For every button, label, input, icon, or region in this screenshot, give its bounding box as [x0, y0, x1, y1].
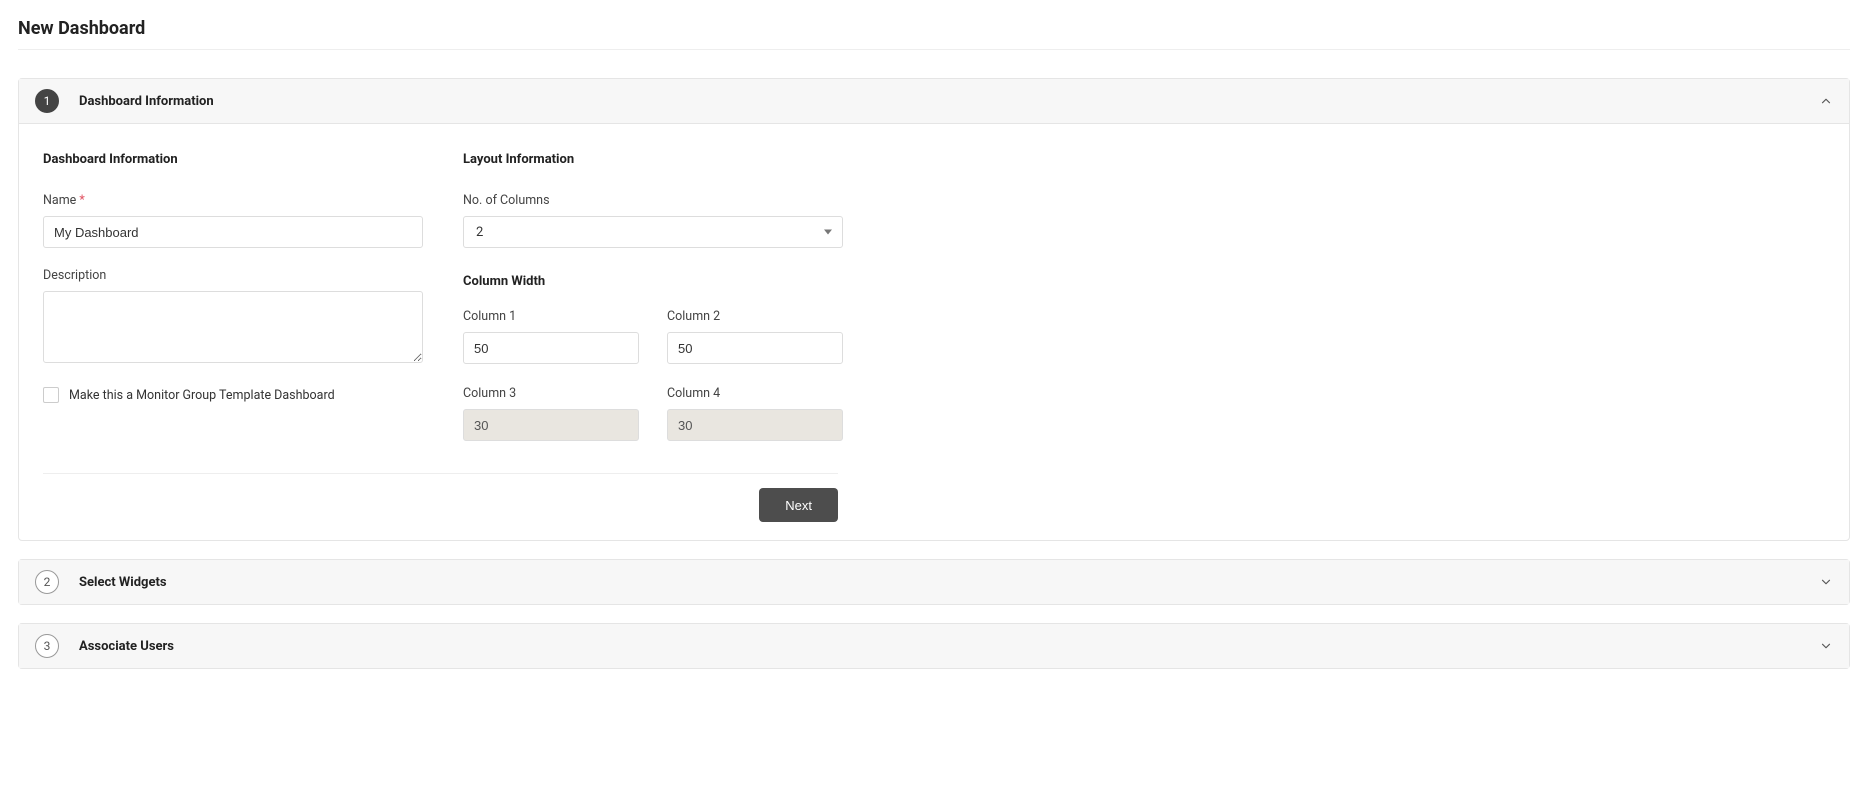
panel-header-dashboard-information[interactable]: 1 Dashboard Information: [19, 79, 1849, 124]
page-title: New Dashboard: [18, 18, 1850, 50]
step-badge-1: 1: [35, 89, 59, 113]
column-width-heading: Column Width: [463, 274, 1825, 289]
panel-header-associate-users[interactable]: 3 Associate Users: [19, 624, 1849, 668]
panel-title-select-widgets: Select Widgets: [79, 575, 167, 590]
section-heading-layout-information: Layout Information: [463, 152, 1825, 167]
description-label: Description: [43, 268, 423, 283]
column-1-input-group: %: [463, 332, 639, 364]
chevron-down-icon: [1819, 639, 1833, 653]
no-of-columns-value: 2: [476, 225, 483, 240]
panel-footer: Next: [43, 473, 838, 522]
caret-down-icon: [824, 230, 832, 235]
panel-body-dashboard-information: Dashboard Information Name* Description …: [19, 124, 1849, 540]
column-4-label: Column 4: [667, 386, 843, 401]
panel-title-dashboard-information: Dashboard Information: [79, 94, 214, 109]
no-of-columns-select[interactable]: 2: [463, 216, 843, 248]
name-input[interactable]: [43, 216, 423, 248]
panel-header-select-widgets[interactable]: 2 Select Widgets: [19, 560, 1849, 604]
next-button[interactable]: Next: [759, 488, 838, 522]
section-heading-dashboard-information: Dashboard Information: [43, 152, 423, 167]
panel-dashboard-information: 1 Dashboard Information Dashboard Inform…: [18, 78, 1850, 541]
column-1-input[interactable]: [464, 333, 639, 363]
column-2-input[interactable]: [668, 333, 843, 363]
step-badge-3: 3: [35, 634, 59, 658]
description-input[interactable]: [43, 291, 423, 363]
chevron-up-icon: [1819, 94, 1833, 108]
chevron-down-icon: [1819, 575, 1833, 589]
required-star-icon: *: [79, 193, 84, 208]
column-1-label: Column 1: [463, 309, 639, 324]
column-2-label: Column 2: [667, 309, 843, 324]
panel-title-associate-users: Associate Users: [79, 639, 174, 654]
column-3-input-group: %: [463, 409, 639, 441]
panel-select-widgets: 2 Select Widgets: [18, 559, 1850, 605]
column-3-label: Column 3: [463, 386, 639, 401]
name-label-text: Name: [43, 193, 76, 208]
step-badge-2: 2: [35, 570, 59, 594]
name-label: Name*: [43, 193, 423, 208]
panel-associate-users: 3 Associate Users: [18, 623, 1850, 669]
template-checkbox[interactable]: [43, 387, 59, 403]
column-3-input: [464, 410, 639, 440]
template-checkbox-label: Make this a Monitor Group Template Dashb…: [69, 388, 335, 403]
no-of-columns-label: No. of Columns: [463, 193, 1825, 208]
column-4-input-group: %: [667, 409, 843, 441]
column-2-input-group: %: [667, 332, 843, 364]
column-4-input: [668, 410, 843, 440]
